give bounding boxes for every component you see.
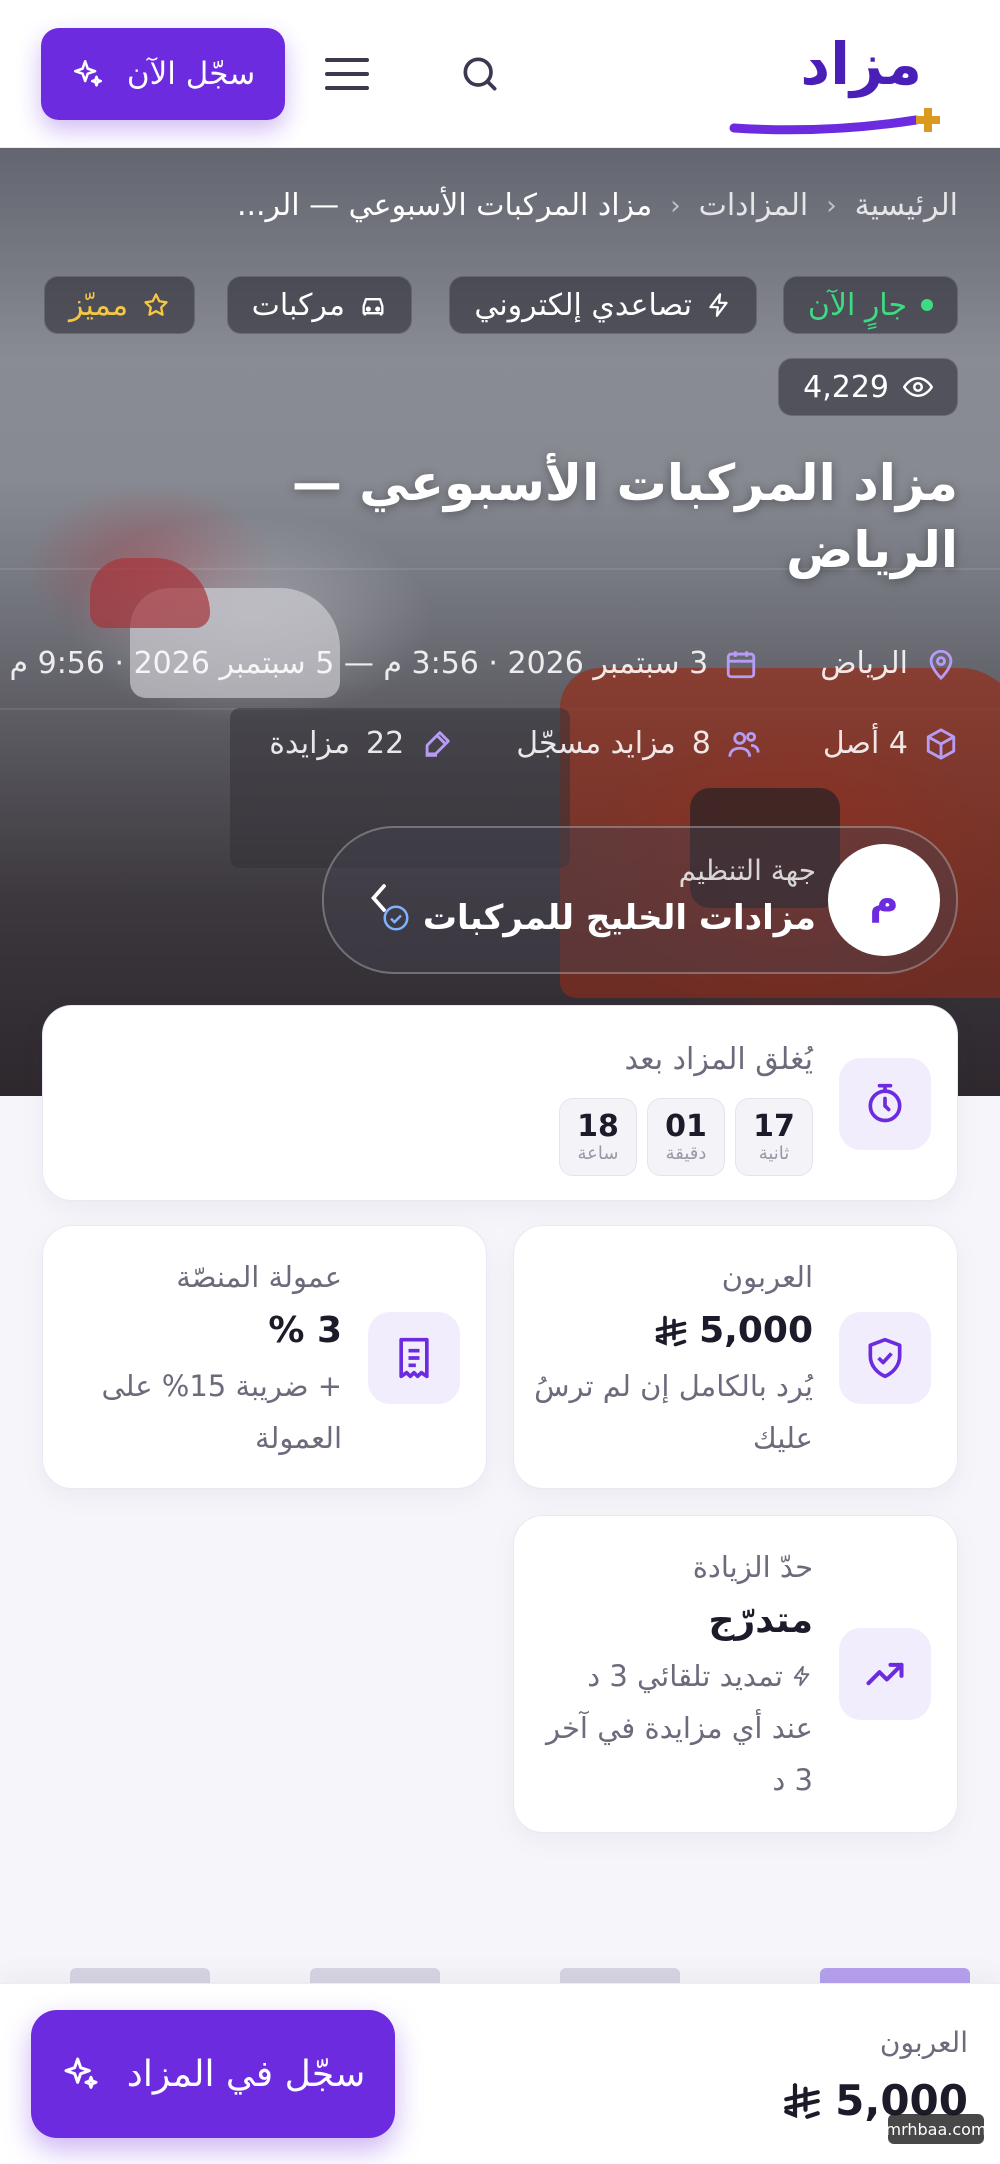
live-dot-icon (921, 299, 933, 311)
sticky-bottom-bar: العربون 5,000 سجّل في المزاد (0, 1983, 1000, 2164)
bids-count: 22 (366, 726, 405, 761)
deposit-description: يُرد بالكامل إن لم ترسُ عليك (534, 1369, 813, 1456)
cube-icon (926, 727, 956, 760)
calendar-icon (727, 650, 756, 678)
platform-fee-card: عمولة المنصّة 3 % + ضريبة 15% على العمول… (42, 1225, 487, 1489)
breadcrumb: الرئيسية ‹ المزادات ‹ مزاد المركبات الأس… (237, 188, 958, 223)
logo-text: مزاد (800, 30, 924, 98)
eye-icon (903, 376, 933, 398)
riyal-symbol-icon (655, 1315, 687, 1346)
assets-count: 4 أصل (822, 726, 908, 761)
logo-swoosh-icon (729, 108, 940, 135)
countdown-label: يُغلق المزاد بعد (624, 1042, 813, 1077)
location-pin-icon (929, 649, 953, 680)
auction-type-badge: تصاعدي إلكتروني (449, 276, 757, 334)
organizer-card[interactable]: م جهة التنظيم مزادات الخليج للمركبات (322, 826, 958, 974)
signup-button[interactable]: سجّل الآن (41, 28, 285, 120)
deposit-label: العربون (721, 1260, 813, 1294)
organizer-name: مزادات الخليج للمركبات (422, 898, 816, 938)
auction-hero: الرئيسية ‹ المزادات ‹ مزاد المركبات الأس… (0, 148, 1000, 1096)
chevron-left-icon: ‹ (826, 190, 837, 221)
auction-meta-stats: 4 أصل 8 مزايد مسجّل 22 مزايدة (269, 726, 958, 761)
shield-check-icon (839, 1312, 931, 1404)
brand-logo[interactable]: مزاد (729, 22, 962, 135)
lightning-icon (793, 1666, 810, 1687)
countdown: 17 ثانية 01 دقيقة 18 ساعة (559, 1098, 813, 1176)
deposit-value: 5,000 (699, 1310, 813, 1351)
sparkle-icon (64, 2057, 98, 2089)
bidders-count: 8 (691, 726, 711, 761)
tab[interactable] (560, 1968, 680, 1984)
countdown-card: يُغلق المزاد بعد 17 ثانية 01 دقيقة 18 سا… (42, 1005, 958, 1201)
organizer-avatar: م (828, 844, 940, 956)
category-badge: مركبات (226, 276, 412, 334)
gavel-icon (425, 730, 450, 757)
tab-active[interactable] (820, 1968, 970, 1984)
increment-value: متدرّج (708, 1600, 813, 1641)
register-in-auction-button[interactable]: سجّل في المزاد (31, 2010, 395, 2138)
bidders-label: مزايد مسجّل (516, 726, 676, 761)
organizer-name-row: مزادات الخليج للمركبات (381, 898, 816, 938)
breadcrumb-current: مزاد المركبات الأسبوعي — الر... (236, 188, 653, 223)
increment-description: تمديد تلقائي 3 د عند أي مزايدة في آخر 3 … (545, 1659, 813, 1798)
watermark: mrhbaa.com (885, 2114, 987, 2144)
chevron-left-icon: ‹ (670, 190, 681, 221)
breadcrumb-home[interactable]: الرئيسية (855, 188, 958, 223)
organizer-label: جهة التنظيم (678, 854, 816, 887)
deposit-value-row: 5,000 (653, 1310, 813, 1351)
breadcrumb-auctions[interactable]: المزادات (699, 188, 809, 223)
menu-icon (325, 58, 369, 90)
menu-button[interactable] (317, 44, 377, 104)
section-tabs[interactable] (0, 1960, 1000, 1984)
receipt-icon (368, 1312, 460, 1404)
users-icon (728, 731, 760, 757)
auction-city: الرياض (820, 646, 908, 681)
countdown-seconds: 17 ثانية (735, 1098, 813, 1176)
riyal-symbol-icon (784, 2082, 820, 2119)
fee-value: 3 % (268, 1310, 342, 1351)
bottom-deposit-label: العربون (879, 2026, 968, 2059)
stopwatch-icon (839, 1058, 931, 1150)
fee-description: + ضريبة 15% على العمولة (101, 1369, 343, 1456)
auction-title: مزاد المركبات الأسبوعي — الرياض (291, 454, 958, 579)
status-badge: جارٍ الآن (782, 276, 958, 334)
signup-label: سجّل الآن (126, 56, 256, 92)
bid-increment-card: حدّ الزيادة متدرّج تمديد تلقائي 3 د عند … (513, 1515, 958, 1833)
register-label: سجّل في المزاد (126, 2053, 366, 2095)
countdown-minutes: 01 دقيقة (647, 1098, 725, 1176)
lightning-icon (709, 293, 728, 317)
auction-dates: 3 سبتمبر 2026 · 3:56 م — 5 سبتمبر 2026 ·… (9, 646, 709, 681)
top-navbar: مزاد سجّل الآن (0, 0, 1000, 148)
countdown-hours: 18 ساعة (559, 1098, 637, 1176)
featured-badge: مميّز (44, 276, 196, 334)
bids-label: مزايدة (269, 726, 351, 761)
star-icon (144, 293, 168, 316)
trending-up-icon (839, 1628, 931, 1720)
tab[interactable] (310, 1968, 440, 1984)
search-button[interactable] (450, 44, 510, 104)
search-icon (463, 57, 497, 91)
sparkle-icon (73, 59, 102, 87)
views-counter: 4,229 (778, 358, 958, 416)
fee-label: عمولة المنصّة (176, 1260, 342, 1294)
chevron-left-icon (358, 878, 398, 918)
deposit-card: العربون 5,000 يُرد بالكامل إن لم ترسُ عل… (513, 1225, 958, 1489)
auction-meta-location-dates: الرياض 3 سبتمبر 2026 · 3:56 م — 5 سبتمبر… (9, 646, 958, 681)
car-icon (362, 298, 384, 316)
tab[interactable] (70, 1968, 210, 1984)
increment-label: حدّ الزيادة (692, 1550, 813, 1584)
